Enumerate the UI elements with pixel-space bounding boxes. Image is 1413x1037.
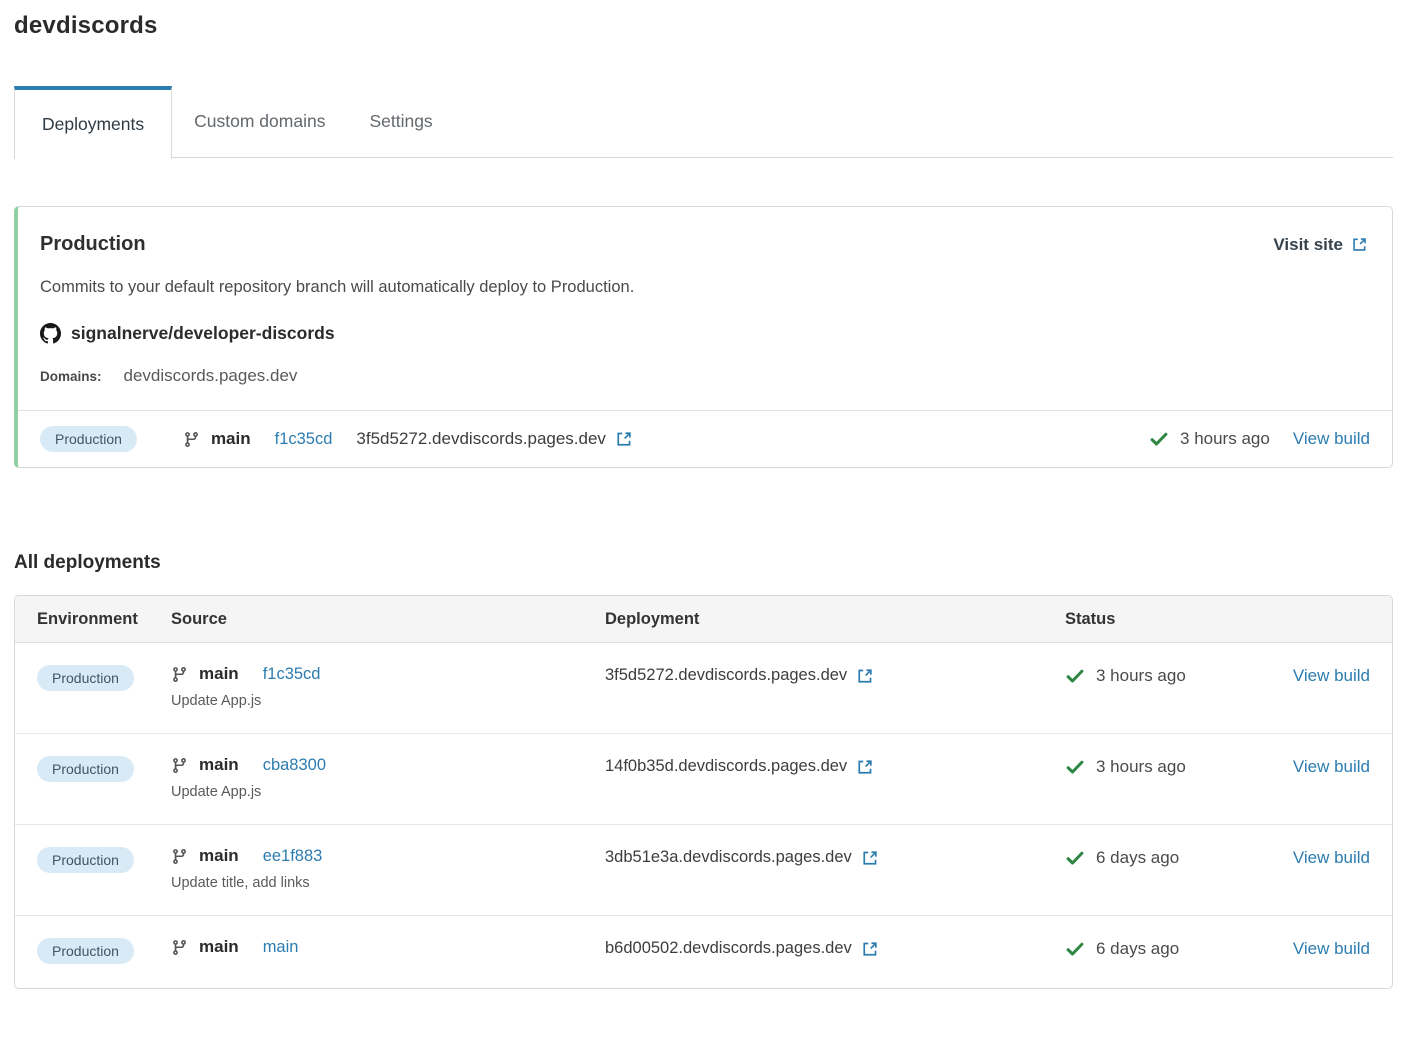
production-card: Production Visit site Commits to your de…: [14, 206, 1393, 468]
external-link-icon[interactable]: [861, 849, 879, 867]
column-header-source: Source: [171, 610, 605, 629]
commit-link[interactable]: cba8300: [263, 756, 326, 775]
commit-message: Update App.js: [171, 784, 605, 800]
success-check-icon: [1149, 429, 1169, 449]
git-branch-icon: [171, 757, 188, 774]
environment-badge: Production: [40, 426, 137, 452]
github-icon: [40, 323, 61, 344]
commit-link[interactable]: ee1f883: [263, 847, 323, 866]
deployment-url: 14f0b35d.devdiscords.pages.dev: [605, 757, 847, 776]
tab-settings[interactable]: Settings: [347, 86, 454, 157]
domains-value: devdiscords.pages.dev: [124, 366, 298, 386]
success-check-icon: [1065, 666, 1085, 686]
commit-link[interactable]: f1c35cd: [275, 430, 333, 449]
commit-link[interactable]: main: [263, 938, 299, 957]
production-deployment-row: Production main f1c35cd 3f5d5272.devdisc…: [18, 410, 1392, 467]
column-header-deployment: Deployment: [605, 610, 1065, 629]
pages-project-page: devdiscords Deployments Custom domains S…: [0, 0, 1413, 989]
branch-name: main: [199, 846, 239, 866]
deployment-url: 3db51e3a.devdiscords.pages.dev: [605, 848, 852, 867]
deployment-time: 3 hours ago: [1096, 666, 1186, 686]
environment-badge: Production: [37, 938, 134, 964]
commit-message: Update App.js: [171, 693, 605, 709]
repo-name: signalnerve/developer-discords: [71, 323, 335, 344]
tab-deployments[interactable]: Deployments: [14, 86, 172, 159]
table-row: Production main f1c35cd Update App.js 3f…: [15, 643, 1392, 734]
git-branch-icon: [171, 939, 188, 956]
view-build-link[interactable]: View build: [1293, 757, 1370, 776]
git-branch-icon: [171, 666, 188, 683]
deployment-time: 6 days ago: [1096, 939, 1179, 959]
environment-badge: Production: [37, 847, 134, 873]
branch-name: main: [199, 937, 239, 957]
deployment-url: 3f5d5272.devdiscords.pages.dev: [605, 666, 847, 685]
commit-message: Update title, add links: [171, 875, 605, 891]
repo-link[interactable]: signalnerve/developer-discords: [40, 323, 1368, 344]
external-link-icon[interactable]: [856, 667, 874, 685]
view-build-link[interactable]: View build: [1293, 429, 1370, 449]
visit-site-link[interactable]: Visit site: [1273, 235, 1368, 255]
success-check-icon: [1065, 939, 1085, 959]
view-build-link[interactable]: View build: [1293, 666, 1370, 685]
deployment-url: 3f5d5272.devdiscords.pages.dev: [356, 429, 606, 449]
visit-site-label: Visit site: [1273, 235, 1343, 255]
table-row: Production main ee1f883 Update title, ad…: [15, 825, 1392, 916]
environment-badge: Production: [37, 756, 134, 782]
tab-bar: Deployments Custom domains Settings: [14, 86, 1393, 158]
git-branch-icon: [183, 431, 200, 448]
deployments-table: Environment Source Deployment Status Pro…: [14, 595, 1393, 989]
external-link-icon[interactable]: [615, 430, 633, 448]
domains-label: Domains:: [40, 369, 102, 384]
branch-name: main: [199, 755, 239, 775]
view-build-link[interactable]: View build: [1293, 939, 1370, 958]
all-deployments-title: All deployments: [14, 552, 1393, 574]
column-header-status: Status: [1065, 610, 1251, 629]
deployment-time: 3 hours ago: [1180, 429, 1270, 449]
tab-custom-domains[interactable]: Custom domains: [172, 86, 347, 157]
table-header: Environment Source Deployment Status: [15, 596, 1392, 643]
external-link-icon[interactable]: [856, 758, 874, 776]
page-title: devdiscords: [14, 12, 1393, 40]
production-card-title: Production: [40, 233, 146, 256]
production-description: Commits to your default repository branc…: [40, 278, 1368, 297]
success-check-icon: [1065, 848, 1085, 868]
table-row: Production main main b6d00502.devdiscord…: [15, 916, 1392, 988]
external-link-icon[interactable]: [861, 940, 879, 958]
branch-name: main: [199, 664, 239, 684]
column-header-environment: Environment: [37, 610, 171, 629]
branch-name: main: [211, 429, 251, 449]
external-link-icon: [1351, 236, 1368, 253]
view-build-link[interactable]: View build: [1293, 848, 1370, 867]
commit-link[interactable]: f1c35cd: [263, 665, 321, 684]
git-branch-icon: [171, 848, 188, 865]
environment-badge: Production: [37, 665, 134, 691]
deployment-url: b6d00502.devdiscords.pages.dev: [605, 939, 852, 958]
table-row: Production main cba8300 Update App.js 14…: [15, 734, 1392, 825]
deployment-time: 6 days ago: [1096, 848, 1179, 868]
success-check-icon: [1065, 757, 1085, 777]
deployment-time: 3 hours ago: [1096, 757, 1186, 777]
